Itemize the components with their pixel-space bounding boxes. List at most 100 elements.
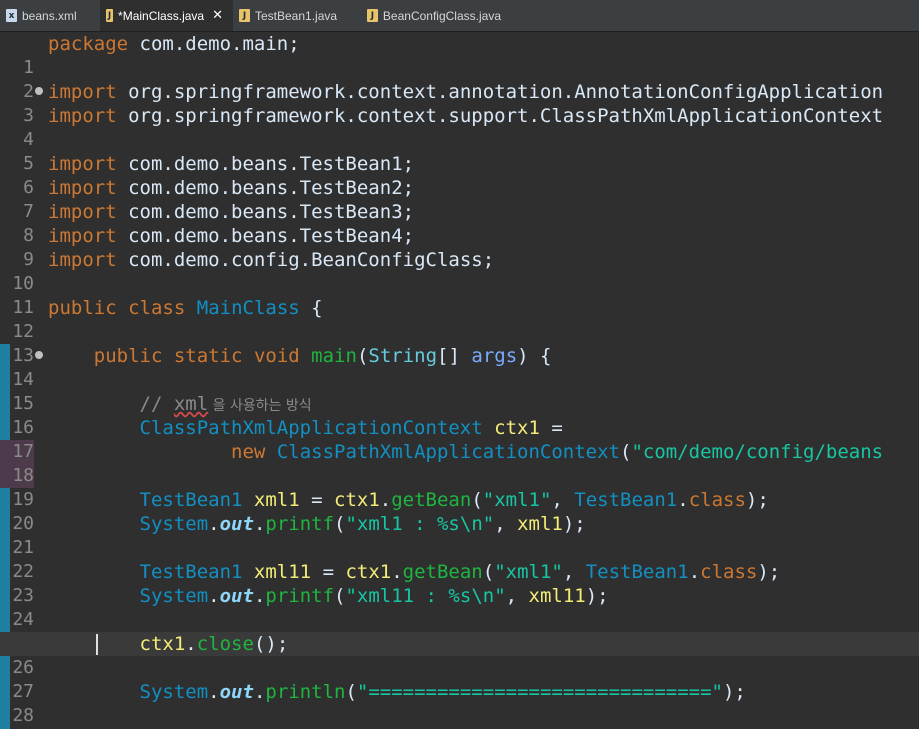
keyword: import	[48, 105, 117, 127]
type-name: ClassPathXmlApplicationContext	[276, 441, 620, 463]
fold-marker-icon[interactable]	[35, 351, 43, 359]
keyword: class	[700, 561, 758, 583]
string-literal: "com/demo/config/beans	[631, 441, 884, 463]
static-field: out	[219, 585, 254, 607]
code-line[interactable]: 15	[0, 368, 919, 414]
keyword: import	[48, 201, 117, 223]
java-file-icon: J	[367, 9, 378, 22]
xml-file-icon: x	[6, 9, 17, 22]
package-name: com.demo.main;	[139, 33, 300, 55]
tab-label: TestBean1.java	[255, 8, 338, 23]
keyword: package	[48, 33, 129, 55]
type-name: System	[139, 681, 209, 703]
code-line[interactable]: 29	[0, 704, 919, 728]
keyword: class	[128, 297, 186, 319]
static-field: out	[219, 513, 254, 535]
close-icon[interactable]: ✕	[212, 8, 223, 23]
variable: xml11	[528, 585, 586, 607]
tab-beanconfigclass-java[interactable]: J BeanConfigClass.java	[361, 0, 511, 31]
tab-testbean1-java[interactable]: J TestBean1.java	[233, 0, 361, 31]
variable: xml11	[253, 561, 312, 583]
code-line[interactable]: 5	[0, 128, 919, 174]
method-name: getBean	[391, 489, 472, 511]
code-line[interactable]: 19	[0, 464, 919, 510]
variable: ctx1	[345, 561, 392, 583]
code-line[interactable]: 21 System.out.printf("xml1 : %s\n", xml1…	[0, 512, 919, 558]
type-name: String	[368, 345, 438, 367]
type-name: TestBean1	[585, 561, 689, 583]
import-path: com.demo.config.BeanConfigClass;	[128, 249, 495, 271]
code-line[interactable]: 3 import org.springframework.context.ann…	[0, 80, 919, 126]
code-line[interactable]: 17 ClassPathXmlApplicationContext ctx1 =	[0, 416, 919, 464]
parameter: args	[471, 345, 518, 367]
code-line[interactable]: 12 public class MainClass {	[0, 296, 919, 342]
code-line[interactable]: 18 new ClassPathXmlApplicationContext("c…	[0, 440, 919, 488]
java-file-icon: J	[106, 9, 114, 22]
import-path: org.springframework.context.annotation.A…	[128, 81, 884, 103]
variable: ctx1	[494, 417, 540, 439]
code-line[interactable]: 25	[0, 608, 919, 654]
string-literal: "xml1"	[482, 489, 552, 511]
keyword: void	[253, 345, 300, 367]
method-name: main	[311, 345, 357, 367]
punctuation: {	[540, 345, 552, 367]
keyword: import	[48, 81, 117, 103]
code-line[interactable]: 22	[0, 536, 919, 582]
code-line[interactable]: 14 public static void main(String[] args…	[0, 344, 919, 390]
code-line[interactable]: 1 package com.demo.main;	[0, 32, 919, 78]
code-line[interactable]: 16 // xml 을 사용하는 방식	[0, 392, 919, 438]
keyword: class	[688, 489, 746, 511]
variable: xml1	[517, 513, 563, 535]
import-path: com.demo.beans.TestBean3;	[128, 201, 415, 223]
code-line[interactable]: 4 import org.springframework.context.sup…	[0, 104, 919, 150]
string-literal: "xml11 : %s\n"	[345, 585, 506, 607]
keyword: import	[48, 249, 117, 271]
current-code-line[interactable]: 26 ctx1.close();	[0, 632, 919, 678]
keyword: import	[48, 153, 117, 175]
import-path: com.demo.beans.TestBean4;	[128, 225, 415, 247]
keyword: public	[93, 345, 163, 367]
fold-marker-icon[interactable]	[35, 87, 43, 95]
type-name: System	[139, 513, 209, 535]
code-line[interactable]: 24 System.out.printf("xml11 : %s\n", xml…	[0, 584, 919, 630]
variable: ctx1	[334, 489, 380, 511]
code-line[interactable]: 28 System.out.println("=================…	[0, 680, 919, 726]
code-line[interactable]: 9 import com.demo.beans.TestBean4;	[0, 224, 919, 270]
code-line[interactable]: 20 TestBean1 xml1 = ctx1.getBean("xml1",…	[0, 488, 919, 534]
tab-label: *MainClass.java	[118, 8, 205, 23]
type-name: TestBean1	[574, 489, 678, 511]
keyword: new	[231, 441, 266, 463]
method-name: getBean	[402, 561, 483, 583]
keyword: import	[48, 225, 117, 247]
code-line[interactable]: 13	[0, 320, 919, 366]
import-path: com.demo.beans.TestBean1;	[128, 153, 415, 175]
code-line[interactable]: 6 import com.demo.beans.TestBean1;	[0, 152, 919, 198]
java-file-icon: J	[239, 9, 250, 22]
tab-beans-xml[interactable]: x beans.xml	[0, 0, 100, 31]
tab-mainclass-java[interactable]: J *MainClass.java ✕	[100, 0, 233, 31]
punctuation: []	[437, 345, 460, 367]
variable: xml1	[253, 489, 300, 511]
code-line[interactable]: 23 TestBean1 xml11 = ctx1.getBean("xml1"…	[0, 560, 919, 606]
code-line[interactable]: 27	[0, 656, 919, 702]
type-name: ClassPathXmlApplicationContext	[139, 417, 483, 439]
punctuation: {	[311, 297, 323, 319]
class-name: MainClass	[196, 297, 300, 319]
type-name: TestBean1	[139, 561, 243, 583]
method-name: close	[196, 633, 254, 655]
code-line[interactable]: 10 import com.demo.config.BeanConfigClas…	[0, 248, 919, 294]
tab-label: beans.xml	[22, 8, 77, 23]
code-line[interactable]: 11	[0, 272, 919, 318]
code-line[interactable]: 2	[0, 56, 919, 102]
type-name: TestBean1	[139, 489, 243, 511]
method-name: printf	[265, 513, 335, 535]
code-editor[interactable]: 1 package com.demo.main; 2 3 import org.…	[0, 32, 919, 729]
code-line[interactable]: 7 import com.demo.beans.TestBean2;	[0, 176, 919, 222]
keyword: import	[48, 177, 117, 199]
static-field: out	[219, 681, 254, 703]
code-line[interactable]: 8 import com.demo.beans.TestBean3;	[0, 200, 919, 246]
variable: ctx1	[139, 633, 186, 655]
import-path: com.demo.beans.TestBean2;	[128, 177, 415, 199]
tab-label: BeanConfigClass.java	[382, 8, 501, 23]
method-name: println	[265, 681, 346, 703]
